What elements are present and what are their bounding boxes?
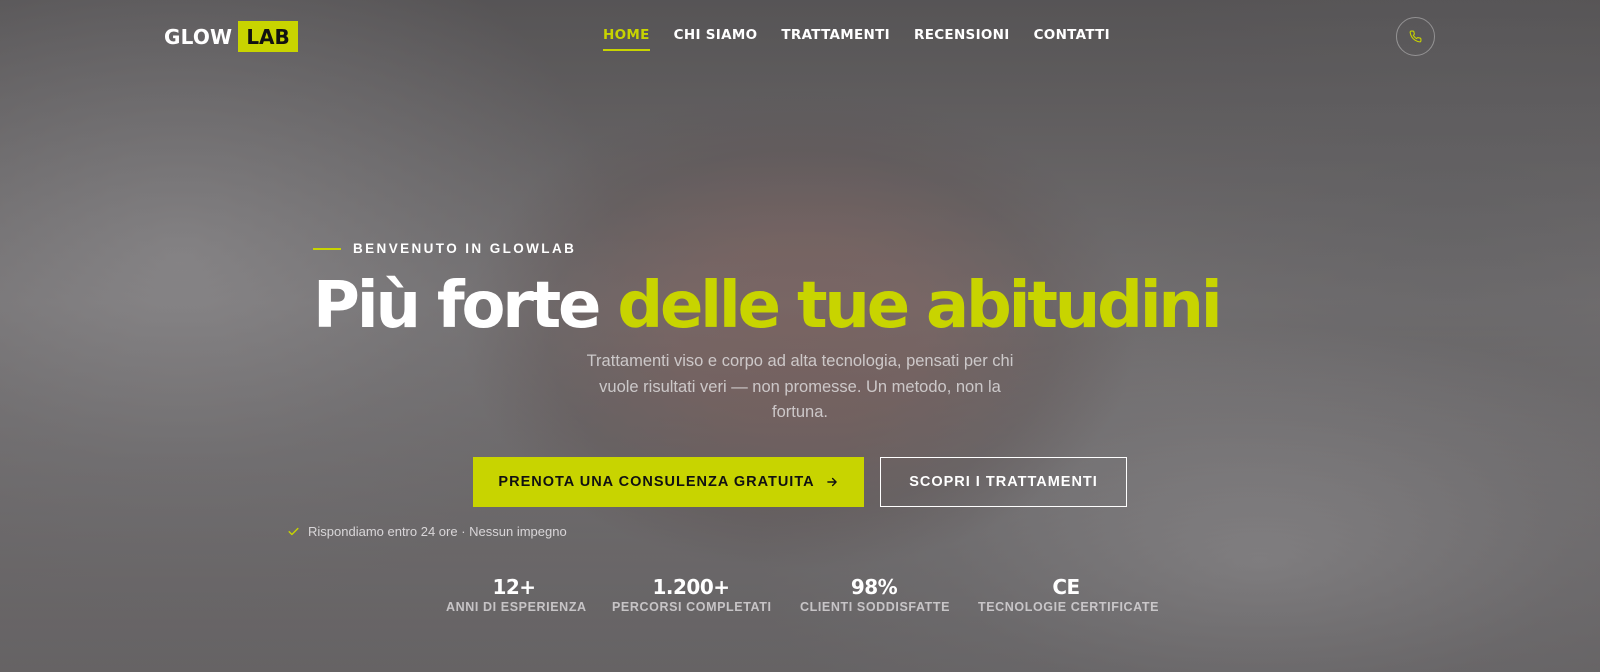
response-assurance: Rispondiamo entro 24 ore · Nessun impegn… xyxy=(287,524,567,539)
logo[interactable]: GLOW LAB xyxy=(164,21,298,52)
stat-label: PERCORSI COMPLETATI xyxy=(612,600,772,614)
stat-satisfied-clients: 98% CLIENTI SODDISFATTE xyxy=(800,574,951,614)
logo-word-lab: LAB xyxy=(238,21,298,52)
stat-value: 12+ xyxy=(492,575,536,599)
stat-completed-paths: 1.200+ PERCORSI COMPLETATI xyxy=(612,574,772,614)
stat-value: 98% xyxy=(850,575,898,599)
phone-button[interactable] xyxy=(1396,17,1435,56)
nav-item-recensioni[interactable]: RECENSIONI xyxy=(914,27,1010,51)
discover-treatments-button[interactable]: SCOPRI I TRATTAMENTI xyxy=(880,457,1127,507)
eyebrow-accent-line xyxy=(313,247,341,250)
stat-label: ANNI DI ESPERIENZA xyxy=(446,600,587,614)
assurance-text: Rispondiamo entro 24 ore · Nessun impegn… xyxy=(308,524,567,539)
main-menu: HOME CHI SIAMO TRATTAMENTI RECENSIONI CO… xyxy=(603,27,1110,51)
arrow-right-icon xyxy=(826,477,837,487)
top-navigation: GLOW LAB HOME CHI SIAMO TRATTAMENTI RECE… xyxy=(0,0,1600,72)
stats-row: 12+ ANNI DI ESPERIENZA 1.200+ PERCORSI C… xyxy=(0,574,1600,644)
discover-treatments-label: SCOPRI I TRATTAMENTI xyxy=(909,474,1098,490)
stat-value: 1.200+ xyxy=(652,575,730,599)
hero-section: GLOW LAB HOME CHI SIAMO TRATTAMENTI RECE… xyxy=(0,0,1600,672)
nav-item-chi-siamo[interactable]: CHI SIAMO xyxy=(674,27,758,51)
logo-word-glow: GLOW xyxy=(164,24,233,49)
hero-subtitle: Trattamenti viso e corpo ad alta tecnolo… xyxy=(586,352,1014,421)
book-consultation-label: PRENOTA UNA CONSULENZA GRATUITA xyxy=(498,474,815,490)
stat-value: CE xyxy=(1052,575,1080,599)
stat-label: TECNOLOGIE CERTIFICATE xyxy=(978,600,1160,614)
stat-years-experience: 12+ ANNI DI ESPERIENZA xyxy=(446,574,587,614)
nav-item-contatti[interactable]: CONTATTI xyxy=(1034,27,1110,51)
nav-item-trattamenti[interactable]: TRATTAMENTI xyxy=(781,27,890,51)
nav-item-home[interactable]: HOME xyxy=(603,27,650,51)
hero-eyebrow: BENVENUTO IN GLOWLAB xyxy=(313,241,576,256)
phone-icon xyxy=(1409,30,1422,43)
book-consultation-button[interactable]: PRENOTA UNA CONSULENZA GRATUITA xyxy=(473,457,864,507)
stat-label: CLIENTI SODDISFATTE xyxy=(800,600,951,614)
headline-white-part: Più forte xyxy=(313,269,601,343)
hero-headline: Più forte delle tue abitudini xyxy=(313,268,1313,344)
eyebrow-text: BENVENUTO IN GLOWLAB xyxy=(353,241,577,256)
stat-certified-tech: CE TECNOLOGIE CERTIFICATE xyxy=(978,574,1160,614)
check-icon xyxy=(288,527,299,536)
headline-accent-part: delle tue abitudini xyxy=(617,269,1222,343)
